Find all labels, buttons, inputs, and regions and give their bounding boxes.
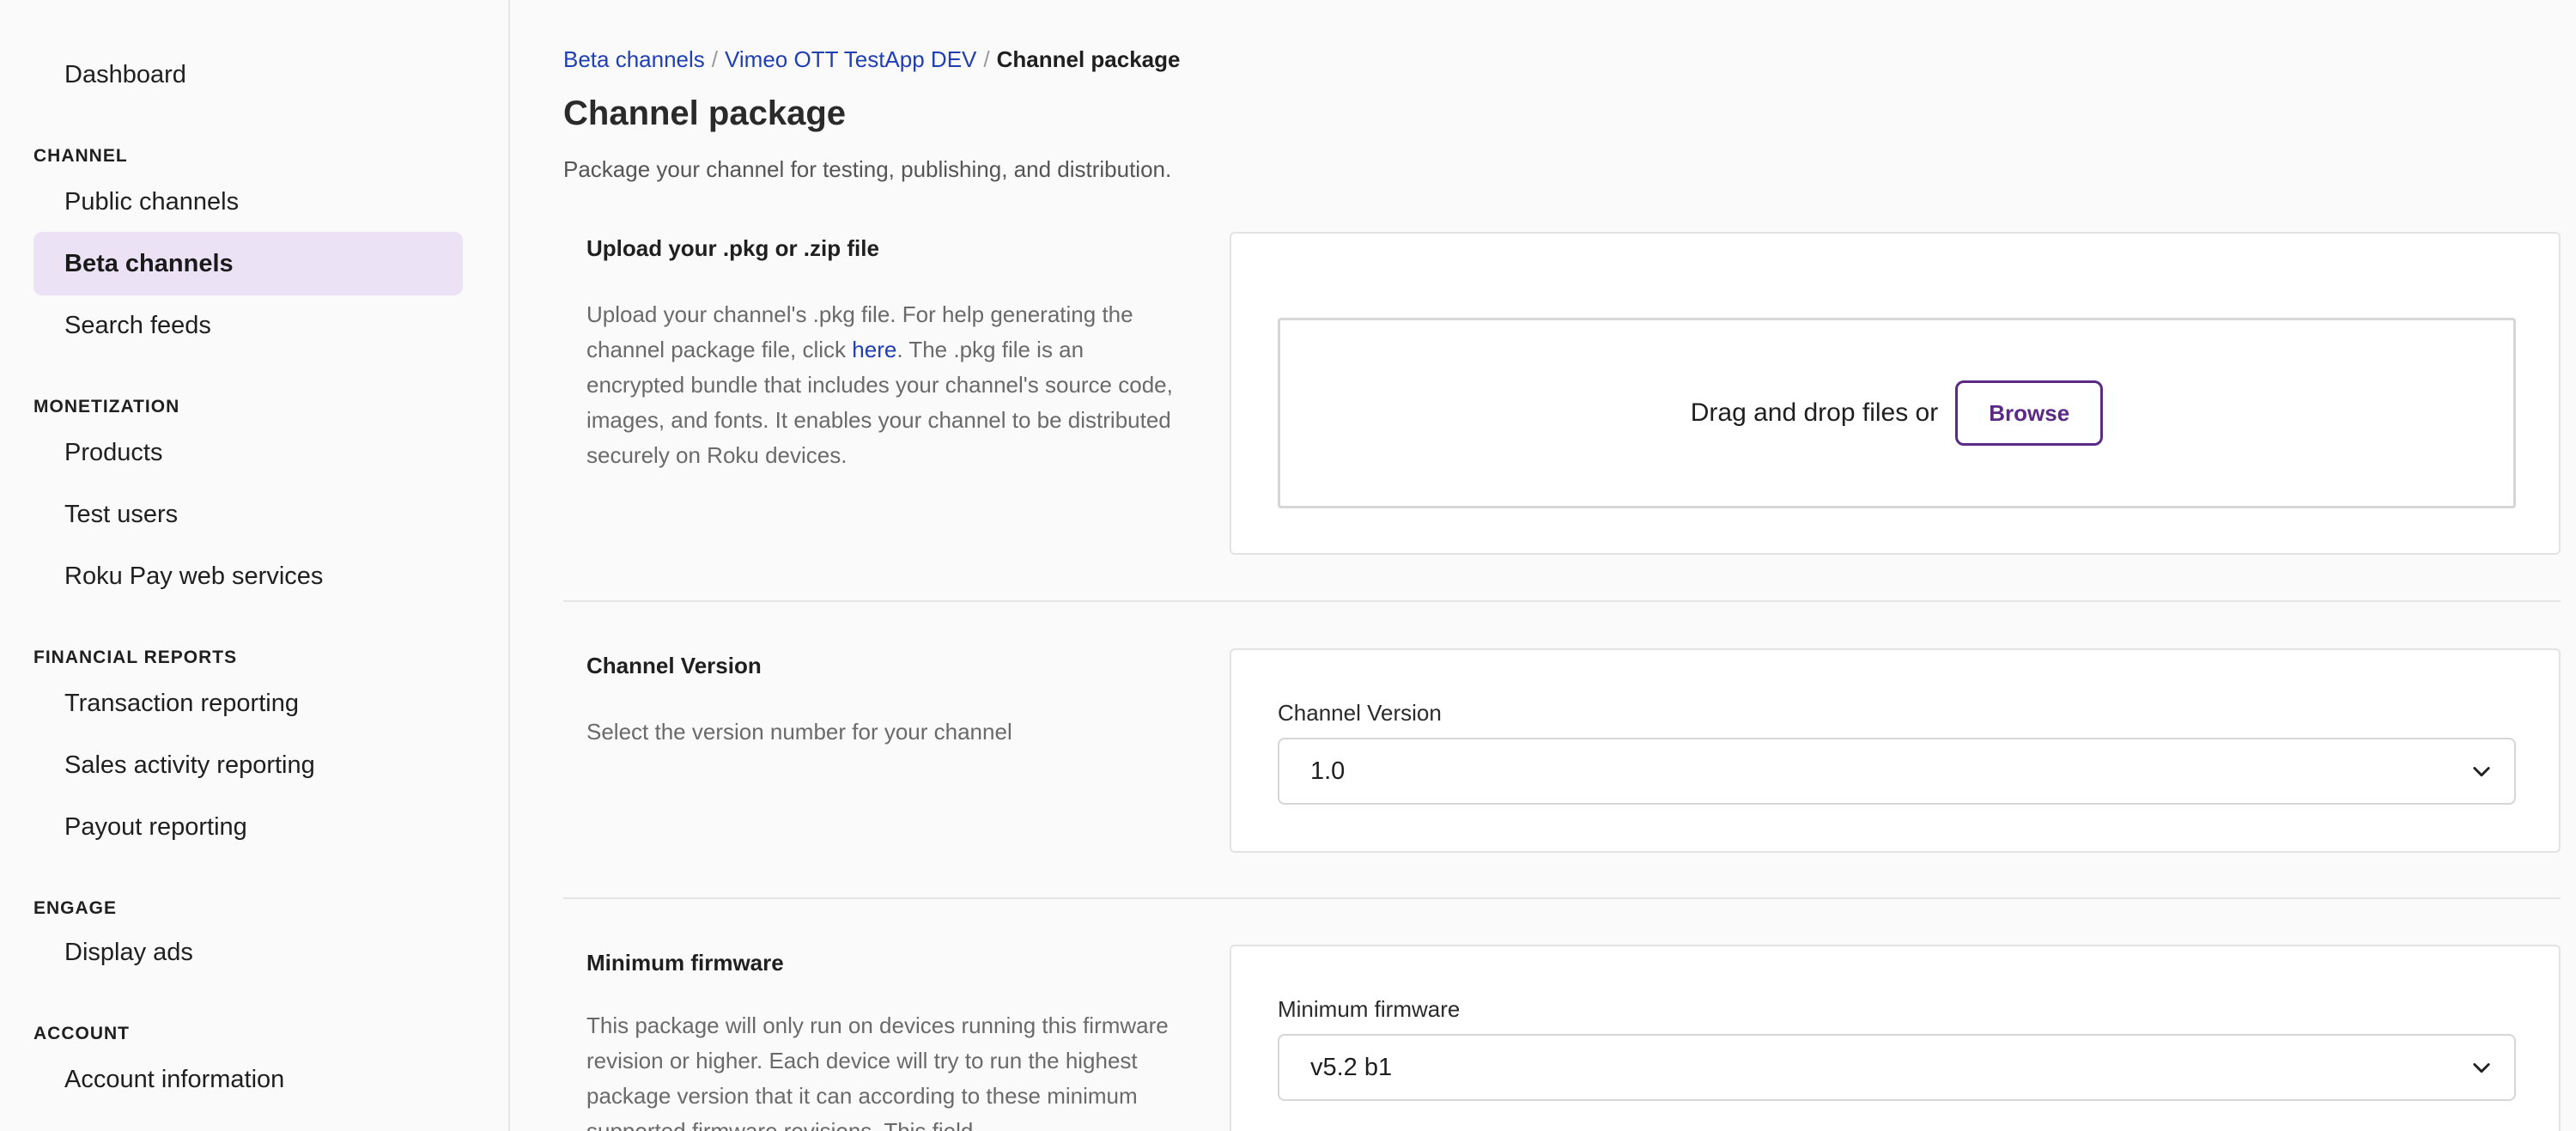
sidebar-item-payout-reporting[interactable]: Payout reporting [33,795,463,859]
sidebar-item-public-channels[interactable]: Public channels [33,170,463,234]
breadcrumb-channel-name[interactable]: Vimeo OTT TestApp DEV [725,46,976,72]
sidebar-item-transaction-reporting[interactable]: Transaction reporting [33,672,463,735]
version-card: Channel Version 1.0 [1230,648,2561,853]
upload-section-title: Upload your .pkg or .zip file [586,235,879,261]
version-section-description: Select the version number for your chann… [586,719,1012,745]
sidebar: Dashboard CHANNEL Public channels Beta c… [0,0,510,1131]
section-divider [563,600,2561,602]
chevron-down-icon [2473,767,2490,777]
sidebar-item-roku-pay-web-services[interactable]: Roku Pay web services [33,544,463,608]
main-content: Beta channels / Vimeo OTT TestApp DEV / Chan… [512,0,2576,1131]
file-dropzone[interactable]: Drag and drop files or Browse [1278,318,2516,508]
breadcrumb-current: Channel package [996,46,1181,72]
sidebar-item-beta-channels[interactable]: Beta channels [33,232,463,295]
sidebar-heading-account: ACCOUNT [33,1024,130,1043]
sidebar-heading-channel: CHANNEL [33,146,128,166]
breadcrumb: Beta channels / Vimeo OTT TestApp DEV / Chan… [563,46,1180,73]
breadcrumb-separator: / [711,46,719,72]
browse-button[interactable]: Browse [1955,380,2104,446]
sidebar-heading-financial-reports: FINANCIAL REPORTS [33,648,238,667]
sidebar-item-search-feeds[interactable]: Search feeds [33,294,463,357]
sidebar-item-display-ads[interactable]: Display ads [33,921,463,984]
sidebar-item-dashboard[interactable]: Dashboard [33,43,463,106]
channel-version-value: 1.0 [1310,757,1346,785]
minimum-firmware-value: v5.2 b1 [1310,1053,1393,1081]
sidebar-item-test-users[interactable]: Test users [33,483,463,546]
minimum-firmware-label: Minimum firmware [1278,996,1461,1022]
page-subtitle: Package your channel for testing, publis… [563,156,1172,182]
sidebar-heading-monetization: MONETIZATION [33,397,180,417]
dropzone-text: Drag and drop files or [1690,398,1939,427]
sidebar-item-products[interactable]: Products [33,421,463,484]
sidebar-item-account-information[interactable]: Account information [33,1048,463,1111]
firmware-card: Minimum firmware v5.2 b1 [1230,945,2561,1131]
section-divider [563,897,2561,899]
minimum-firmware-select[interactable]: v5.2 b1 [1278,1034,2516,1101]
version-section-title: Channel Version [586,653,762,678]
firmware-section-description: This package will only run on devices ru… [586,1012,1169,1131]
help-link[interactable]: here [852,337,896,362]
sidebar-item-sales-activity-reporting[interactable]: Sales activity reporting [33,733,463,797]
breadcrumb-beta-channels[interactable]: Beta channels [563,46,705,72]
channel-version-select[interactable]: 1.0 [1278,738,2516,805]
breadcrumb-separator: / [983,46,990,72]
upload-card: Drag and drop files or Browse [1230,232,2561,555]
page-title: Channel package [563,94,847,132]
sidebar-heading-engage: ENGAGE [33,898,118,918]
upload-section-description: Upload your channel's .pkg file. For hel… [586,297,1188,473]
firmware-section-title: Minimum firmware [586,950,784,976]
channel-version-label: Channel Version [1278,700,1442,726]
chevron-down-icon [2473,1063,2490,1073]
